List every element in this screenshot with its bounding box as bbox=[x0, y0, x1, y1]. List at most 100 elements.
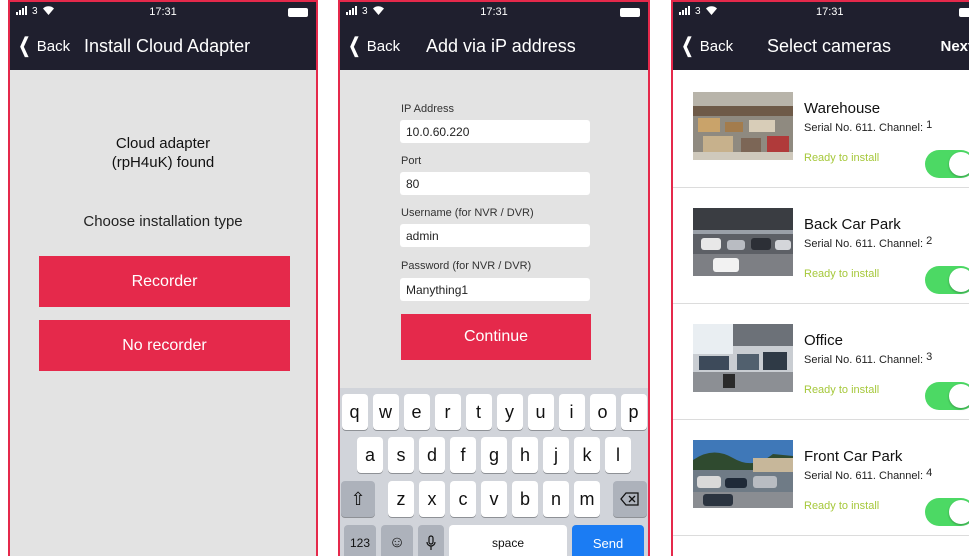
key-d[interactable]: d bbox=[419, 437, 445, 473]
camera-channel: 3 bbox=[926, 351, 933, 363]
install-cloud-adapter-screen: 3 17:31 ❮ Back Install Cloud Adapter Clo… bbox=[8, 0, 318, 556]
camera-row-office[interactable]: Office Serial No. 611. Channel: 3 Ready … bbox=[673, 304, 969, 420]
camera-toggle-front-car-park[interactable] bbox=[925, 498, 969, 526]
wifi-icon bbox=[705, 4, 718, 19]
status-bar: 3 17:31 bbox=[10, 2, 316, 24]
emoji-icon: ☺ bbox=[388, 534, 406, 551]
key-v[interactable]: v bbox=[481, 481, 507, 517]
username-input[interactable]: admin bbox=[400, 224, 590, 247]
battery-icon bbox=[959, 8, 969, 17]
port-input[interactable]: 80 bbox=[400, 172, 590, 195]
nav-bar: ❮ Back Add via iP address bbox=[340, 24, 648, 70]
recorder-button[interactable]: Recorder bbox=[39, 256, 290, 307]
key-o[interactable]: o bbox=[589, 394, 616, 430]
page-title: Select cameras bbox=[767, 36, 892, 56]
keyboard-row-3: ⇧ z x c v b n m bbox=[340, 481, 648, 517]
space-key[interactable]: space bbox=[449, 525, 567, 556]
chevron-left-icon: ❮ bbox=[348, 35, 361, 57]
keyboard-row-1: q w e r t y u i o p bbox=[340, 394, 648, 430]
status-time: 17:31 bbox=[149, 6, 177, 18]
page-title: Add via iP address bbox=[426, 36, 576, 56]
keyboard-row-2: a s d f g h j k l bbox=[340, 437, 648, 473]
nav-bar: ❮ Back Select cameras Next bbox=[673, 24, 969, 70]
camera-toggle-office[interactable] bbox=[925, 382, 969, 410]
back-label: Back bbox=[699, 38, 734, 55]
back-button[interactable]: ❮ Back bbox=[679, 35, 734, 57]
key-k[interactable]: k bbox=[574, 437, 600, 473]
key-q[interactable]: q bbox=[341, 394, 368, 430]
next-button[interactable]: Next bbox=[940, 38, 969, 55]
backspace-key[interactable] bbox=[613, 481, 647, 517]
status-bar: 3 17:31 bbox=[673, 2, 969, 24]
key-y[interactable]: y bbox=[496, 394, 523, 430]
key-z[interactable]: z bbox=[388, 481, 414, 517]
key-r[interactable]: r bbox=[434, 394, 461, 430]
chevron-left-icon: ❮ bbox=[681, 35, 694, 57]
shift-icon: ⇧ bbox=[350, 488, 366, 509]
backspace-icon bbox=[620, 492, 639, 506]
key-f[interactable]: f bbox=[450, 437, 476, 473]
key-p[interactable]: p bbox=[620, 394, 647, 430]
camera-toggle-back-car-park[interactable] bbox=[925, 266, 969, 294]
camera-thumbnail-warehouse bbox=[693, 92, 793, 160]
port-label: Port bbox=[401, 155, 422, 167]
ip-address-input[interactable]: 10.0.60.220 bbox=[400, 120, 590, 143]
back-button[interactable]: ❮ Back bbox=[16, 36, 71, 56]
camera-status: Ready to install bbox=[804, 152, 880, 164]
nav-bar: ❮ Back Install Cloud Adapter bbox=[10, 24, 316, 70]
on-screen-keyboard: q w e r t y u i o p a s d f g h j k l ⇧ … bbox=[340, 388, 648, 556]
emoji-key[interactable]: ☺ bbox=[381, 525, 413, 556]
key-i[interactable]: i bbox=[558, 394, 585, 430]
no-recorder-button[interactable]: No recorder bbox=[39, 320, 290, 371]
adapter-found-message: Cloud adapter (rpH4uK) found bbox=[10, 134, 316, 172]
key-w[interactable]: w bbox=[372, 394, 399, 430]
camera-thumbnail-front-car-park bbox=[693, 440, 793, 508]
key-n[interactable]: n bbox=[543, 481, 569, 517]
camera-status: Ready to install bbox=[804, 268, 880, 280]
key-h[interactable]: h bbox=[512, 437, 538, 473]
camera-serial: Serial No. 611. Channel: 4 bbox=[804, 467, 933, 482]
key-u[interactable]: u bbox=[527, 394, 554, 430]
camera-row-back-car-park[interactable]: Back Car Park Serial No. 611. Channel: 2… bbox=[673, 188, 969, 304]
key-l[interactable]: l bbox=[605, 437, 631, 473]
page-title: Install Cloud Adapter bbox=[84, 36, 251, 56]
camera-row-warehouse[interactable]: Warehouse Serial No. 611. Channel: 1 Rea… bbox=[673, 72, 969, 188]
battery-icon bbox=[620, 8, 640, 17]
dictation-key[interactable] bbox=[418, 525, 444, 556]
installation-type-prompt: Choose installation type bbox=[83, 213, 243, 230]
send-key[interactable]: Send bbox=[572, 525, 644, 556]
status-time: 17:31 bbox=[816, 6, 844, 18]
battery-icon bbox=[288, 8, 308, 17]
key-x[interactable]: x bbox=[419, 481, 445, 517]
camera-name: Front Car Park bbox=[804, 448, 903, 465]
key-c[interactable]: c bbox=[450, 481, 476, 517]
key-t[interactable]: t bbox=[465, 394, 492, 430]
camera-name: Office bbox=[804, 332, 843, 349]
camera-row-front-car-park[interactable]: Front Car Park Serial No. 611. Channel: … bbox=[673, 420, 969, 536]
microphone-icon bbox=[426, 535, 436, 550]
camera-thumbnail-office bbox=[693, 324, 793, 392]
numbers-key[interactable]: 123 bbox=[344, 525, 376, 556]
adapter-found-line2: (rpH4uK) found bbox=[111, 154, 215, 171]
toggle-knob bbox=[949, 500, 969, 524]
ip-address-label: IP Address bbox=[401, 103, 454, 115]
camera-toggle-warehouse[interactable] bbox=[925, 150, 969, 178]
password-input[interactable]: Manything1 bbox=[400, 278, 590, 301]
key-b[interactable]: b bbox=[512, 481, 538, 517]
camera-status: Ready to install bbox=[804, 500, 880, 512]
select-cameras-screen: 3 17:31 ❮ Back Select cameras Next bbox=[671, 0, 969, 556]
back-button[interactable]: ❮ Back bbox=[346, 35, 401, 57]
key-s[interactable]: s bbox=[388, 437, 414, 473]
key-e[interactable]: e bbox=[403, 394, 430, 430]
key-j[interactable]: j bbox=[543, 437, 569, 473]
key-a[interactable]: a bbox=[357, 437, 383, 473]
key-m[interactable]: m bbox=[574, 481, 600, 517]
carrier-label: 3 bbox=[695, 6, 701, 17]
status-bar: 3 17:31 bbox=[340, 2, 648, 24]
key-g[interactable]: g bbox=[481, 437, 507, 473]
shift-key[interactable]: ⇧ bbox=[341, 481, 375, 517]
continue-button[interactable]: Continue bbox=[401, 314, 591, 360]
camera-serial: Serial No. 611. Channel: 2 bbox=[804, 235, 933, 250]
status-time: 17:31 bbox=[480, 6, 508, 18]
signal-icon bbox=[679, 6, 690, 15]
